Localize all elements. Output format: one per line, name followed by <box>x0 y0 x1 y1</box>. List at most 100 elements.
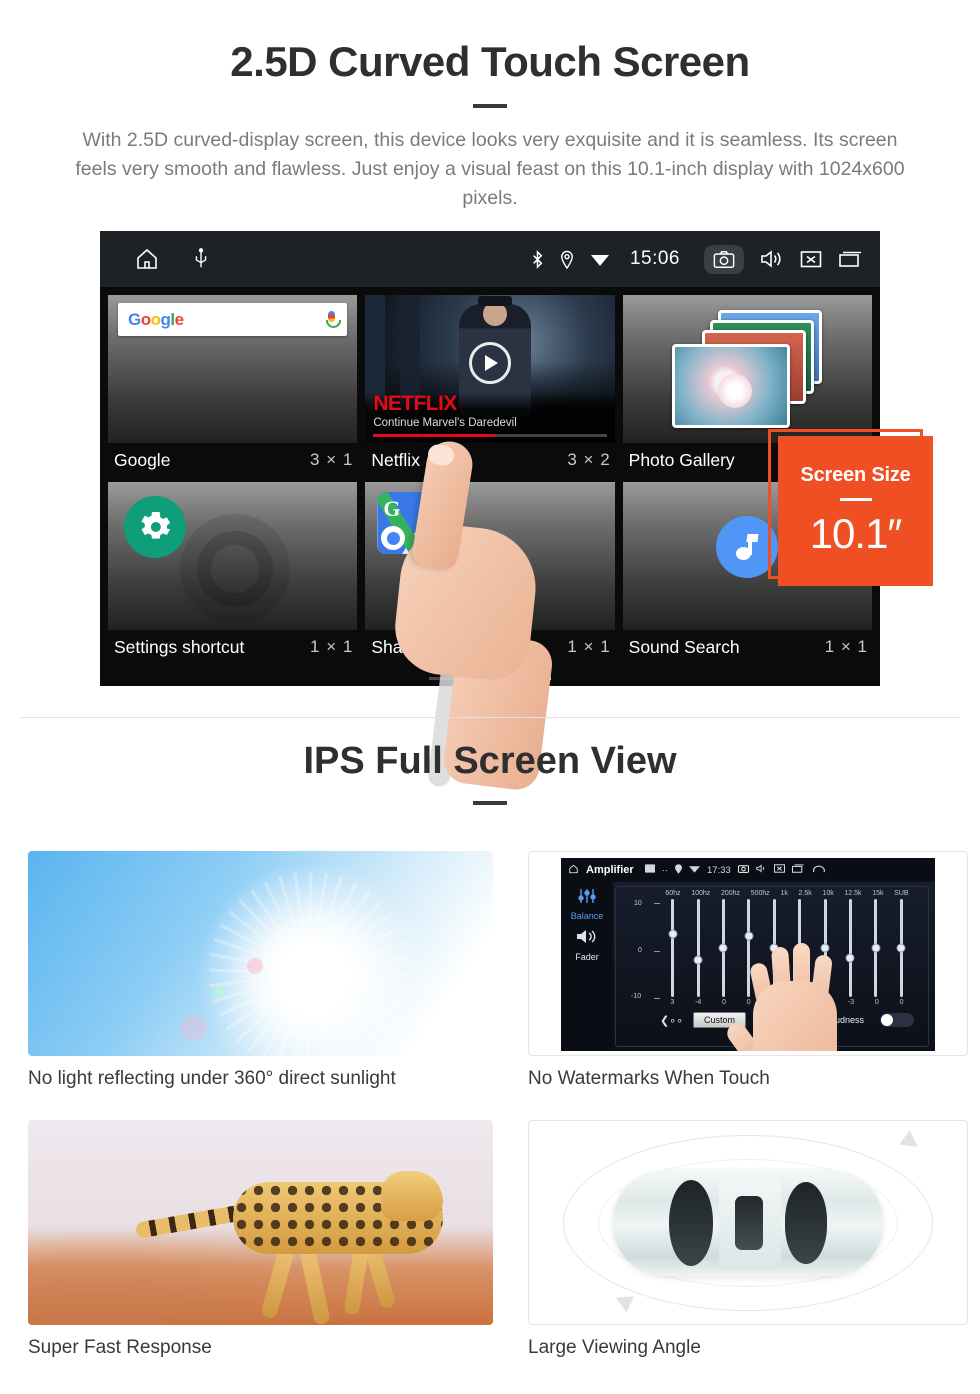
microphone-icon[interactable] <box>326 310 342 329</box>
recent-apps-icon[interactable] <box>791 864 804 876</box>
play-icon[interactable] <box>468 342 511 385</box>
lens-flare-1 <box>246 957 263 974</box>
amplifier-body: Balance Fader 60hz 100hz 200hz 500hz 1k … <box>561 882 935 1051</box>
widget-settings-shortcut[interactable]: Settings shortcut 1 × 1 <box>108 482 358 664</box>
sunlight-photo <box>28 851 493 1056</box>
netflix-caption-area: NETFLIX Continue Marvel's Daredevil <box>365 392 615 443</box>
camera-icon[interactable] <box>737 864 749 876</box>
more-icon: ·· <box>661 864 669 876</box>
widget-name: Share location <box>371 636 484 657</box>
widget-google[interactable]: Google Google 3 × 1 <box>108 295 358 477</box>
page-dot-2[interactable] <box>473 677 507 680</box>
feature-caption: Super Fast Response <box>28 1337 212 1358</box>
cheetah-photo <box>28 1120 493 1325</box>
eq-slider[interactable] <box>744 899 754 997</box>
eq-band-label: 10k <box>822 890 834 897</box>
eq-slider[interactable] <box>693 899 703 997</box>
volume-icon[interactable] <box>756 864 767 876</box>
netflix-subtitle: Continue Marvel's Daredevil <box>373 417 517 429</box>
eq-value: -3 <box>796 999 803 1006</box>
amplifier-clock: 17:33 <box>707 864 731 876</box>
widget-thumb-settings <box>108 482 358 630</box>
widget-size: 1 × 1 <box>824 637 868 656</box>
widget-share-location[interactable]: G Share location 1 × 1 <box>365 482 615 664</box>
page-dot-3[interactable] <box>517 677 551 680</box>
widget-size: 1 × 1 <box>310 637 354 656</box>
eq-scale-bottom: -10 <box>631 993 642 1000</box>
loudness-toggle[interactable] <box>880 1013 914 1027</box>
eq-band-label: 15k <box>872 890 884 897</box>
close-icon[interactable] <box>773 864 785 876</box>
fader-label[interactable]: Fader <box>575 952 599 962</box>
feature-card-amplifier: Amplifier ·· 17:33 Balance Fader 60hz 10… <box>528 851 968 1090</box>
usb-icon <box>194 248 208 270</box>
eq-slider[interactable] <box>871 899 881 997</box>
equalizer-panel: 60hz 100hz 200hz 500hz 1k 2.5k 10k 12.5k… <box>615 886 929 1051</box>
home-icon[interactable] <box>134 247 160 271</box>
back-arrow-icon[interactable]: ❮∘∘ <box>660 1014 683 1027</box>
widget-name: Photo Gallery <box>628 449 735 470</box>
eq-band-label: 500hz <box>750 890 770 897</box>
widget-thumb-photo-gallery <box>622 295 872 443</box>
widget-label-row: Sound Search 1 × 1 <box>623 630 872 664</box>
eq-slider[interactable] <box>718 899 728 997</box>
eq-band-label: 60hz <box>665 890 681 897</box>
widget-name: Google <box>114 449 171 470</box>
amplifier-screenshot-frame: Amplifier ·· 17:33 Balance Fader 60hz 10… <box>528 851 968 1056</box>
back-icon[interactable] <box>811 864 825 877</box>
widget-netflix[interactable]: NETFLIX Continue Marvel's Daredevil Netf… <box>365 295 615 477</box>
gear-icon <box>124 496 186 558</box>
camera-icon[interactable] <box>704 244 744 274</box>
character-hat <box>477 295 512 306</box>
eq-slider[interactable] <box>896 899 906 997</box>
status-bar-left-icons <box>134 247 208 271</box>
rotation-arrow-right <box>899 1130 923 1154</box>
eq-value: 0 <box>722 999 726 1006</box>
widget-label-row: Google 3 × 1 <box>108 443 357 477</box>
widget-picker: Google Google 3 × 1 NETFLIX Continue Mar… <box>100 287 880 686</box>
equalizer-icon[interactable] <box>577 888 597 909</box>
rotation-arrow-left <box>611 1289 635 1313</box>
amplifier-screenshot: Amplifier ·· 17:33 Balance Fader 60hz 10… <box>561 858 935 1051</box>
cheetah-head <box>381 1171 444 1222</box>
progress-bar <box>373 434 607 437</box>
google-logo: Google <box>128 309 184 329</box>
eq-value: 0 <box>823 999 828 1006</box>
widget-size: 1 × 1 <box>567 637 611 656</box>
preset-custom-button[interactable]: Custom <box>693 1012 747 1028</box>
home-icon[interactable] <box>568 864 579 877</box>
eq-slider[interactable] <box>845 899 855 997</box>
eq-slider[interactable] <box>795 899 805 997</box>
widget-row-1: Google Google 3 × 1 NETFLIX Continue Mar… <box>108 295 872 477</box>
section2-title-underline <box>473 801 507 805</box>
location-icon <box>675 863 683 877</box>
location-icon <box>560 250 574 269</box>
eq-value: 0 <box>746 999 751 1006</box>
eq-sliders[interactable]: 10 0 -10 <box>616 897 928 1051</box>
eq-value: 0 <box>771 999 776 1006</box>
android-screen: 15:06 Google Google 3 × 1 NETFLIX Contin… <box>100 231 880 686</box>
google-search-bar[interactable]: Google <box>118 303 348 336</box>
close-icon[interactable] <box>800 249 822 269</box>
amplifier-footer: ❮∘∘ Custom loudness <box>616 1006 928 1028</box>
widget-size: 3 × 2 <box>567 450 611 469</box>
widget-label-row: Netflix 3 × 2 <box>365 443 614 477</box>
volume-icon[interactable] <box>760 249 784 269</box>
section-ips-full-screen-view: IPS Full Screen View No light reflecting… <box>0 740 980 1359</box>
balance-label[interactable]: Balance <box>571 911 604 921</box>
eq-slider[interactable] <box>769 899 779 997</box>
page-dot-1[interactable] <box>429 677 463 680</box>
android-status-bar: 15:06 <box>100 231 880 287</box>
sunroof <box>735 1195 763 1250</box>
eq-value: 3 <box>670 999 675 1006</box>
eq-slider[interactable] <box>820 899 830 997</box>
page-indicator[interactable] <box>100 677 880 680</box>
feature-card-sunlight: No light reflecting under 360° direct su… <box>28 851 493 1090</box>
eq-slider[interactable] <box>668 899 678 997</box>
lens-flare-3 <box>181 1015 208 1041</box>
eq-value: -4 <box>695 999 702 1006</box>
car-top-view-illustration <box>528 1120 968 1325</box>
eq-band-label: 12.5k <box>844 890 862 897</box>
fader-icon[interactable] <box>576 928 598 950</box>
recent-apps-icon[interactable] <box>838 249 862 269</box>
